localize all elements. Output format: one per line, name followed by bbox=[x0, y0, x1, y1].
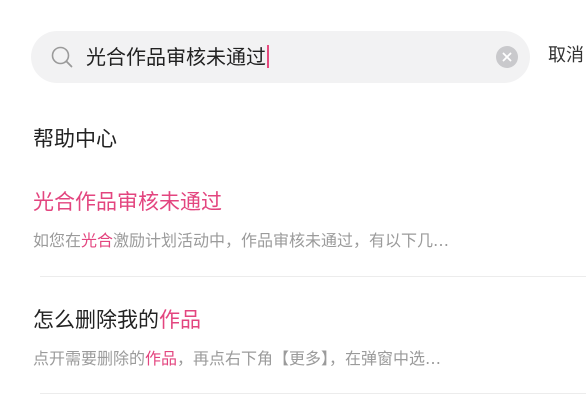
result-title: 光合作品审核未通过 bbox=[33, 188, 586, 216]
text-caret bbox=[267, 45, 269, 68]
result-item[interactable]: 怎么删除我的作品 点开需要删除的作品，再点右下角【更多】，在弹窗中选… bbox=[33, 306, 586, 369]
highlighted-keyword: 光合 bbox=[81, 231, 114, 250]
result-description: 如您在光合激励计划活动中，作品审核未通过，有以下几… bbox=[33, 231, 586, 251]
result-item[interactable]: 光合作品审核未通过 如您在光合激励计划活动中，作品审核未通过，有以下几… bbox=[33, 188, 586, 251]
clear-icon[interactable] bbox=[496, 46, 518, 68]
search-input[interactable]: 光合作品审核未通过 bbox=[86, 45, 269, 69]
search-page: 光合作品审核未通过 取消 帮助中心 光合作品审核未通过 如您在光合激励计划活动中… bbox=[0, 0, 586, 400]
highlighted-keyword: 光合作品审核未通过 bbox=[33, 190, 222, 214]
text-segment: 激励计划活动中，作品审核未通过，有以下几… bbox=[113, 231, 450, 250]
search-query: 光合作品审核未通过 bbox=[86, 45, 266, 69]
text-segment: 如您在 bbox=[33, 231, 82, 250]
highlighted-keyword: 作品 bbox=[159, 308, 201, 332]
text-segment: 怎么删除我的 bbox=[33, 308, 159, 332]
divider bbox=[40, 276, 586, 277]
text-segment: 点开需要删除的 bbox=[33, 349, 146, 368]
result-description: 点开需要删除的作品，再点右下角【更多】，在弹窗中选… bbox=[33, 349, 586, 369]
cancel-button[interactable]: 取消 bbox=[548, 44, 584, 68]
search-icon bbox=[51, 46, 73, 68]
result-title: 怎么删除我的作品 bbox=[33, 306, 586, 334]
search-bar[interactable]: 光合作品审核未通过 bbox=[31, 31, 530, 83]
highlighted-keyword: 作品 bbox=[145, 349, 178, 368]
divider bbox=[40, 393, 586, 394]
text-segment: ，再点右下角【更多】，在弹窗中选… bbox=[177, 349, 442, 368]
section-title: 帮助中心 bbox=[33, 127, 117, 151]
